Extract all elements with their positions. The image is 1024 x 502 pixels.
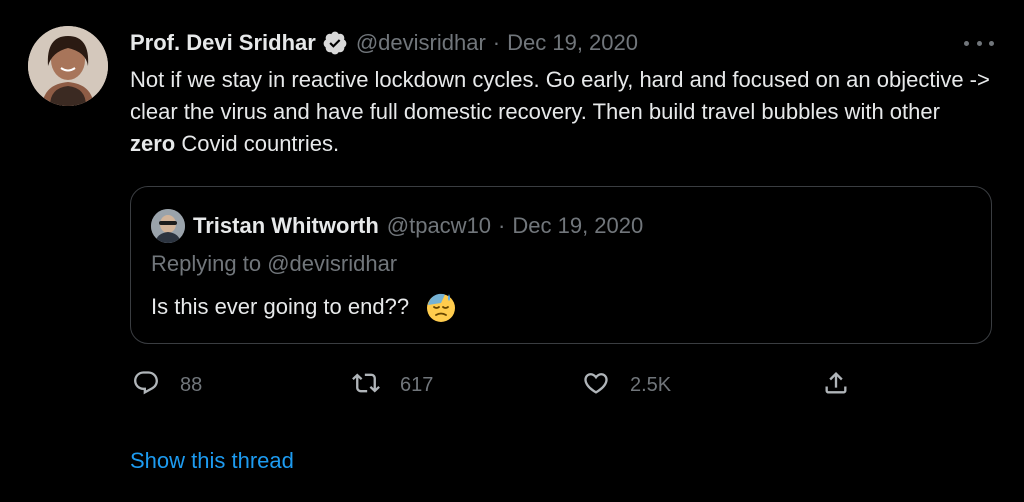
quoted-author-name[interactable]: Tristan Whitworth	[193, 213, 379, 239]
tweet-text-bold: zero	[130, 131, 176, 156]
quoted-author-avatar[interactable]	[151, 209, 185, 243]
like-heart-icon	[582, 369, 610, 402]
tweet-text: Not if we stay in reactive lockdown cycl…	[130, 64, 990, 160]
reply-icon	[132, 369, 160, 402]
share-icon	[822, 369, 850, 402]
tweet-card[interactable]: Prof. Devi Sridhar @devisridhar · Dec 19…	[0, 0, 1024, 502]
retweet-icon	[352, 369, 380, 402]
author-handle[interactable]: @devisridhar	[356, 30, 486, 56]
show-thread-link[interactable]: Show this thread	[130, 448, 294, 474]
tweet-date[interactable]: Dec 19, 2020	[507, 30, 638, 56]
reply-count: 88	[180, 373, 203, 396]
retweet-button[interactable]: 617	[352, 366, 433, 404]
author-name[interactable]: Prof. Devi Sridhar	[130, 30, 316, 56]
author-avatar[interactable]	[28, 26, 108, 106]
like-count: 2.5K	[630, 373, 672, 396]
quoted-tweet-text: Is this ever going to end??	[151, 294, 410, 319]
tweet-text-part-2: Covid countries.	[175, 131, 340, 156]
replying-to-line: Replying to @devisridhar	[151, 251, 397, 277]
quoted-separator-dot: ·	[498, 213, 506, 238]
tweet-header: Prof. Devi Sridhar @devisridhar · Dec 19…	[130, 26, 638, 60]
downcast-face-with-sweat-icon	[425, 291, 457, 323]
quoted-tweet-date[interactable]: Dec 19, 2020	[512, 213, 643, 239]
retweet-count: 617	[400, 373, 434, 396]
share-button[interactable]	[822, 366, 850, 404]
quoted-tweet-header: Tristan Whitworth @tpacw10 · Dec 19, 202…	[193, 209, 643, 243]
replying-to-prefix: Replying to	[151, 251, 268, 276]
tweet-actions: 88 617 2.5K	[130, 366, 860, 404]
verified-badge-icon	[322, 30, 348, 56]
more-horizontal-icon[interactable]	[964, 32, 994, 54]
replying-to-mention[interactable]: @devisridhar	[267, 251, 397, 276]
quoted-author-handle[interactable]: @tpacw10	[387, 213, 491, 239]
like-button[interactable]: 2.5K	[582, 366, 671, 404]
separator-dot: ·	[492, 30, 501, 55]
tweet-text-part-1: Not if we stay in reactive lockdown cycl…	[130, 67, 990, 124]
reply-button[interactable]: 88	[132, 366, 202, 404]
quoted-tweet[interactable]: Tristan Whitworth @tpacw10 · Dec 19, 202…	[130, 186, 992, 344]
quoted-tweet-text-row: Is this ever going to end??	[151, 291, 457, 323]
